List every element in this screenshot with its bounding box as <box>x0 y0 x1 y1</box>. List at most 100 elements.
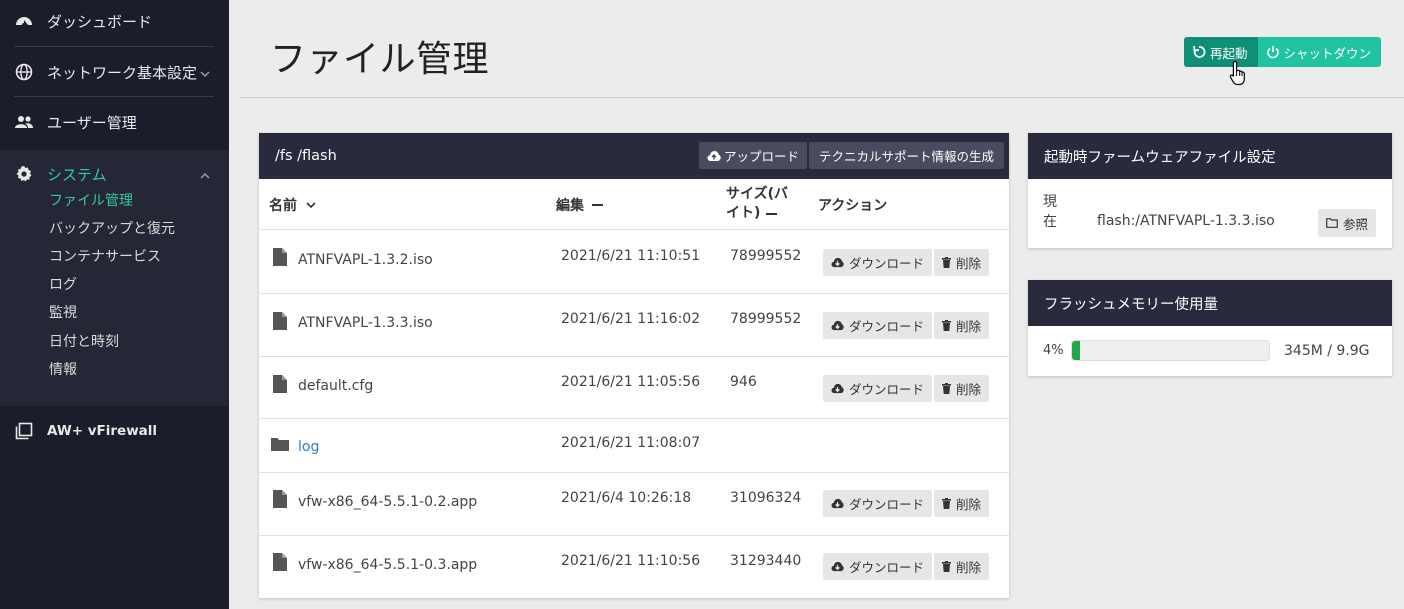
boot-firmware-header: 起動時ファームウェアファイル設定 <box>1028 133 1392 179</box>
column-edited-label: 編集 <box>556 198 584 214</box>
upload-button[interactable]: アップロード <box>699 142 808 169</box>
download-button[interactable]: ダウンロード <box>823 553 933 580</box>
column-action-label: アクション <box>818 198 888 214</box>
sidebar-sub-monitor[interactable]: 監視 <box>49 302 77 324</box>
boot-firmware-title: 起動時ファームウェアファイル設定 <box>1044 149 1276 166</box>
header-divider <box>240 97 1404 98</box>
sidebar: ダッシュボード ネットワーク基本設定 ユーザー管理 システム ファイル管理 バッ… <box>0 0 229 609</box>
globe-icon <box>14 62 34 82</box>
table-row[interactable]: ATNFVAPL-1.3.3.iso 2021/6/21 11:16:02 78… <box>259 293 1009 356</box>
table-row[interactable]: log 2021/6/21 11:08:07 <box>259 418 1009 472</box>
column-edited-sortable[interactable]: 編集 <box>556 195 603 215</box>
file-icon <box>273 312 287 330</box>
file-name: vfw-x86_64-5.5.1-0.3.app <box>298 557 478 573</box>
delete-button[interactable]: 削除 <box>934 490 990 517</box>
sidebar-item-label: AW+ vFirewall <box>47 423 158 439</box>
browse-button[interactable]: 参照 <box>1318 209 1377 237</box>
file-size: 78999552 <box>730 311 802 327</box>
file-date: 2021/6/21 11:08:07 <box>561 435 701 451</box>
download-label: ダウンロード <box>849 497 925 512</box>
table-row[interactable]: vfw-x86_64-5.5.1-0.2.app 2021/6/4 10:26:… <box>259 472 1009 535</box>
dashboard-gauge-icon <box>14 11 34 31</box>
current-label-line2: 在 <box>1043 214 1057 230</box>
delete-label: 削除 <box>956 319 982 334</box>
delete-button[interactable]: 削除 <box>934 375 990 402</box>
file-name: vfw-x86_64-5.5.1-0.2.app <box>298 494 478 510</box>
sidebar-sub-file-management[interactable]: ファイル管理 <box>49 190 133 212</box>
delete-label: 削除 <box>956 497 982 512</box>
power-button-group: 再起動 シャットダウン <box>1184 37 1382 67</box>
file-list-header: /fs /flash アップロード テクニカルサポート情報の生成 <box>259 133 1009 179</box>
sidebar-item-label: ユーザー管理 <box>47 113 137 132</box>
upload-label: アップロード <box>724 149 800 164</box>
delete-button[interactable]: 削除 <box>934 249 990 276</box>
current-label-line1: 現 <box>1043 194 1057 210</box>
current-firmware-value: flash:/ATNFVAPL-1.3.3.iso <box>1097 213 1275 229</box>
delete-label: 削除 <box>956 256 982 271</box>
sidebar-item-label: ネットワーク基本設定 <box>47 63 198 82</box>
folder-icon <box>271 438 289 451</box>
column-size-label-line1: サイズ(バ <box>726 186 788 202</box>
flash-usage-header: フラッシュメモリー使用量 <box>1028 280 1392 326</box>
chevron-up-icon <box>199 168 211 186</box>
file-name: default.cfg <box>298 378 374 394</box>
trash-icon <box>942 383 951 394</box>
cloud-download-icon <box>831 498 844 509</box>
file-icon <box>273 553 287 571</box>
table-row[interactable]: ATNFVAPL-1.3.2.iso 2021/6/21 11:10:51 78… <box>259 229 1009 293</box>
file-size: 78999552 <box>730 248 802 264</box>
file-name: ATNFVAPL-1.3.3.iso <box>298 315 433 331</box>
chevron-down-icon <box>306 202 316 209</box>
sidebar-item-dashboard[interactable]: ダッシュボード <box>0 0 229 45</box>
cloud-download-icon <box>831 257 844 268</box>
flash-usage-card: フラッシュメモリー使用量 4% 345M / 9.9G <box>1028 280 1392 376</box>
file-icon <box>273 490 287 508</box>
sort-none-icon <box>766 212 778 215</box>
sidebar-sub-info[interactable]: 情報 <box>49 359 77 381</box>
sort-none-icon <box>592 204 603 206</box>
delete-button[interactable]: 削除 <box>934 312 990 339</box>
flash-usage-progress <box>1071 340 1270 361</box>
boot-firmware-card: 起動時ファームウェアファイル設定 現 在 flash:/ATNFVAPL-1.3… <box>1028 133 1392 248</box>
flash-usage-percent: 4% <box>1043 343 1064 358</box>
delete-button[interactable]: 削除 <box>934 553 990 580</box>
sidebar-item-network[interactable]: ネットワーク基本設定 <box>0 48 229 96</box>
folder-link[interactable]: log <box>298 439 319 455</box>
column-size-sortable[interactable]: サイズ(バ イト) <box>726 185 788 223</box>
download-button[interactable]: ダウンロード <box>823 249 933 276</box>
shutdown-button[interactable]: シャットダウン <box>1257 37 1382 67</box>
column-name-sortable[interactable]: 名前 <box>269 195 317 215</box>
delete-label: 削除 <box>956 560 982 575</box>
copy-windows-icon <box>14 421 34 441</box>
shutdown-label: シャットダウン <box>1283 45 1372 61</box>
sidebar-sub-backup-restore[interactable]: バックアップと復元 <box>49 218 175 240</box>
download-button[interactable]: ダウンロード <box>823 490 933 517</box>
browse-label: 参照 <box>1343 216 1369 232</box>
chevron-down-icon <box>199 66 211 84</box>
flash-usage-title: フラッシュメモリー使用量 <box>1044 296 1218 313</box>
generate-support-info-button[interactable]: テクニカルサポート情報の生成 <box>809 142 1005 169</box>
current-path: /fs /flash <box>275 148 337 164</box>
file-size: 946 <box>730 374 757 390</box>
sidebar-item-aw-vfirewall[interactable]: AW+ vFirewall <box>0 407 229 455</box>
table-row[interactable]: default.cfg 2021/6/21 11:05:56 946 ダウンロー… <box>259 356 1009 418</box>
file-date: 2021/6/4 10:26:18 <box>561 490 692 506</box>
sidebar-divider <box>14 96 214 97</box>
hand-pointer-cursor-icon <box>1229 60 1249 90</box>
download-button[interactable]: ダウンロード <box>823 375 933 402</box>
generate-support-info-label: テクニカルサポート情報の生成 <box>819 149 995 164</box>
cloud-download-icon <box>831 383 844 394</box>
sidebar-item-users[interactable]: ユーザー管理 <box>0 98 229 146</box>
cloud-download-icon <box>831 561 844 572</box>
trash-icon <box>942 257 951 268</box>
sidebar-sub-container-service[interactable]: コンテナサービス <box>49 246 161 268</box>
trash-icon <box>942 498 951 509</box>
sidebar-sub-date-time[interactable]: 日付と時刻 <box>49 331 119 353</box>
system-submenu: システム ファイル管理 バックアップと復元 コンテナサービス ログ 監視 日付と… <box>0 150 229 406</box>
table-row[interactable]: vfw-x86_64-5.5.1-0.3.app 2021/6/21 11:10… <box>259 535 1009 598</box>
download-label: ダウンロード <box>849 319 925 334</box>
sidebar-sub-log[interactable]: ログ <box>49 274 77 296</box>
power-icon <box>1266 46 1279 59</box>
download-button[interactable]: ダウンロード <box>823 312 933 339</box>
trash-icon <box>942 561 951 572</box>
